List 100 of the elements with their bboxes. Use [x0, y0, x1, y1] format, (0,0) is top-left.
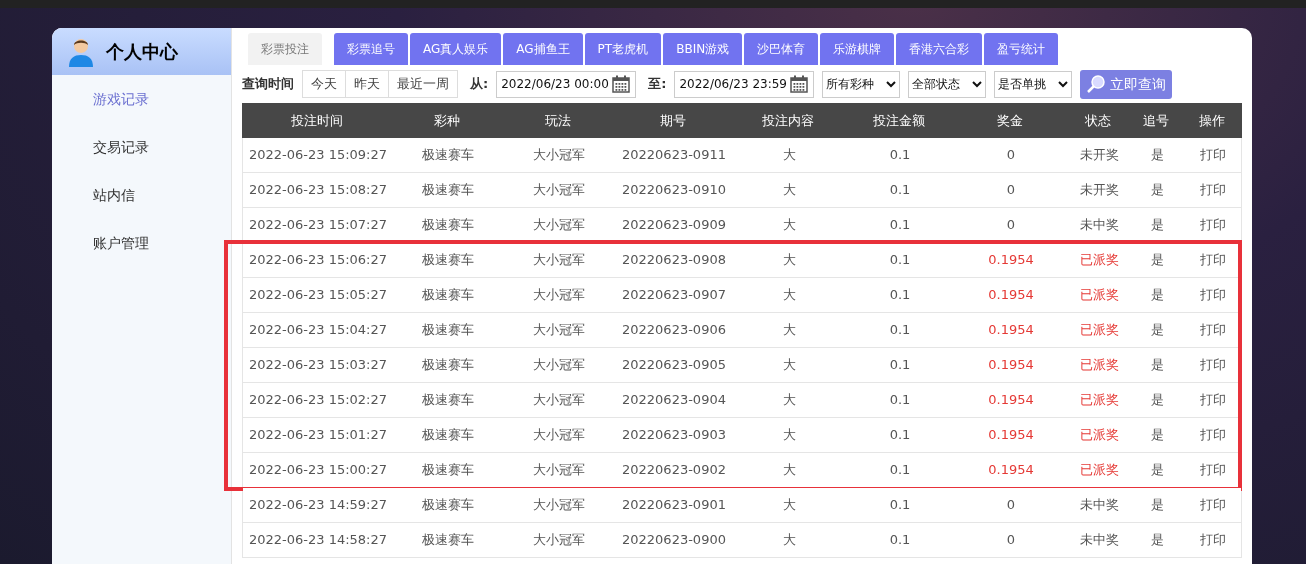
lottery-name: 极速赛车	[421, 461, 475, 480]
issue-number: 20220623-0906	[621, 321, 727, 340]
play-type: 大小冠军	[532, 531, 586, 550]
print-link[interactable]: 打印	[1183, 320, 1243, 340]
status-text: 已派奖	[1078, 356, 1120, 375]
calendar-icon[interactable]	[611, 74, 632, 94]
bet-time: 2022-06-23 15:08:27	[247, 181, 389, 200]
lottery-name: 极速赛车	[421, 426, 475, 445]
bet-time: 2022-06-23 15:06:27	[247, 251, 389, 270]
tab[interactable]: AG真人娱乐	[410, 33, 502, 65]
sidebar-item[interactable]: 游戏记录	[52, 87, 231, 135]
column-header: 投注时间	[290, 111, 344, 130]
print-link[interactable]: 打印	[1183, 530, 1243, 550]
bet-amount: 0.1	[888, 216, 912, 235]
issue-number: 20220623-0907	[621, 286, 727, 305]
bet-content: 大	[781, 461, 797, 480]
prize-amount: 0	[1005, 531, 1017, 550]
bet-amount: 0.1	[888, 496, 912, 515]
tab[interactable]: 乐游棋牌	[820, 33, 895, 65]
status-text: 未开奖	[1078, 181, 1120, 200]
prize-amount: 0.1954	[987, 286, 1035, 305]
status-text: 未中奖	[1078, 216, 1120, 235]
lottery-name: 极速赛车	[421, 286, 475, 305]
column-header: 投注金额	[872, 111, 926, 130]
print-link[interactable]: 打印	[1183, 355, 1243, 375]
bet-content: 大	[781, 251, 797, 270]
column-header: 玩法	[544, 111, 572, 130]
prize-amount: 0.1954	[987, 356, 1035, 375]
dropdown-select[interactable]: 所有彩种	[822, 70, 901, 98]
print-link[interactable]: 打印	[1183, 215, 1243, 235]
chase-text: 是	[1149, 146, 1165, 165]
play-type: 大小冠军	[532, 146, 586, 165]
prize-amount: 0.1954	[987, 391, 1035, 410]
tab[interactable]: BBIN游戏	[663, 33, 743, 65]
play-type: 大小冠军	[532, 216, 586, 235]
bet-content: 大	[781, 426, 797, 445]
dropdown-select[interactable]: 是否单挑	[994, 70, 1073, 98]
print-link[interactable]: 打印	[1183, 250, 1243, 270]
column-header: 操作	[1198, 111, 1226, 130]
print-link[interactable]: 打印	[1183, 495, 1243, 515]
lottery-name: 极速赛车	[421, 181, 475, 200]
play-type: 大小冠军	[532, 426, 586, 445]
chevron-down-icon	[972, 80, 983, 88]
tab[interactable]: 香港六合彩	[896, 33, 983, 65]
prize-amount: 0	[1005, 146, 1017, 165]
tab[interactable]: 盈亏统计	[984, 33, 1059, 65]
issue-number: 20220623-0902	[621, 461, 727, 480]
calendar-icon[interactable]	[789, 74, 810, 94]
issue-number: 20220623-0904	[621, 391, 727, 410]
chase-text: 是	[1149, 426, 1165, 445]
print-link[interactable]: 打印	[1183, 180, 1243, 200]
chase-text: 是	[1149, 286, 1165, 305]
lottery-name: 极速赛车	[421, 146, 475, 165]
print-link[interactable]: 打印	[1183, 425, 1243, 445]
chase-text: 是	[1149, 531, 1165, 550]
sidebar-item[interactable]: 站内信	[52, 183, 231, 231]
lottery-name: 极速赛车	[421, 216, 475, 235]
bet-amount: 0.1	[888, 286, 912, 305]
column-header: 投注内容	[761, 111, 815, 130]
chevron-down-icon	[886, 80, 897, 88]
sidebar-item[interactable]: 账户管理	[52, 231, 231, 279]
print-link[interactable]: 打印	[1183, 145, 1243, 165]
status-text: 未中奖	[1078, 496, 1120, 515]
tab[interactable]: AG捕鱼王	[503, 33, 583, 65]
lottery-name: 极速赛车	[421, 531, 475, 550]
bet-content: 大	[781, 356, 797, 375]
date-field[interactable]: 2022/06/23 00:00	[496, 70, 637, 98]
user-avatar-icon	[68, 36, 94, 67]
issue-number: 20220623-0900	[621, 531, 727, 550]
sidebar-item[interactable]: 交易记录	[52, 135, 231, 183]
chase-text: 是	[1149, 181, 1165, 200]
filter-label: 查询时间	[242, 75, 294, 94]
dropdown-select[interactable]: 全部状态	[908, 70, 987, 98]
print-link[interactable]: 打印	[1183, 390, 1243, 410]
bet-amount: 0.1	[888, 531, 912, 550]
tab[interactable]: 彩票追号	[334, 33, 408, 65]
tab[interactable]: PT老虎机	[584, 33, 662, 65]
print-link[interactable]: 打印	[1183, 460, 1243, 480]
bet-content: 大	[781, 216, 797, 235]
column-header: 奖金	[996, 111, 1024, 130]
play-type: 大小冠军	[532, 356, 586, 375]
bet-amount: 0.1	[888, 181, 912, 200]
bet-content: 大	[781, 146, 797, 165]
status-text: 已派奖	[1078, 391, 1120, 410]
lottery-name: 极速赛车	[421, 391, 475, 410]
bet-time: 2022-06-23 15:05:27	[247, 286, 389, 305]
bet-amount: 0.1	[888, 461, 912, 480]
lottery-name: 极速赛车	[421, 321, 475, 340]
tab[interactable]: 沙巴体育	[744, 33, 819, 65]
bet-amount: 0.1	[888, 426, 912, 445]
chevron-down-icon	[1058, 80, 1069, 88]
bet-time: 2022-06-23 15:02:27	[247, 391, 389, 410]
prize-amount: 0	[1005, 496, 1017, 515]
issue-number: 20220623-0901	[621, 496, 727, 515]
prize-amount: 0	[1005, 181, 1017, 200]
play-type: 大小冠军	[532, 496, 586, 515]
bet-time: 2022-06-23 15:01:27	[247, 426, 389, 445]
print-link[interactable]: 打印	[1183, 285, 1243, 305]
date-field[interactable]: 2022/06/23 23:59	[674, 70, 815, 98]
tab[interactable]: 彩票投注	[248, 33, 322, 65]
